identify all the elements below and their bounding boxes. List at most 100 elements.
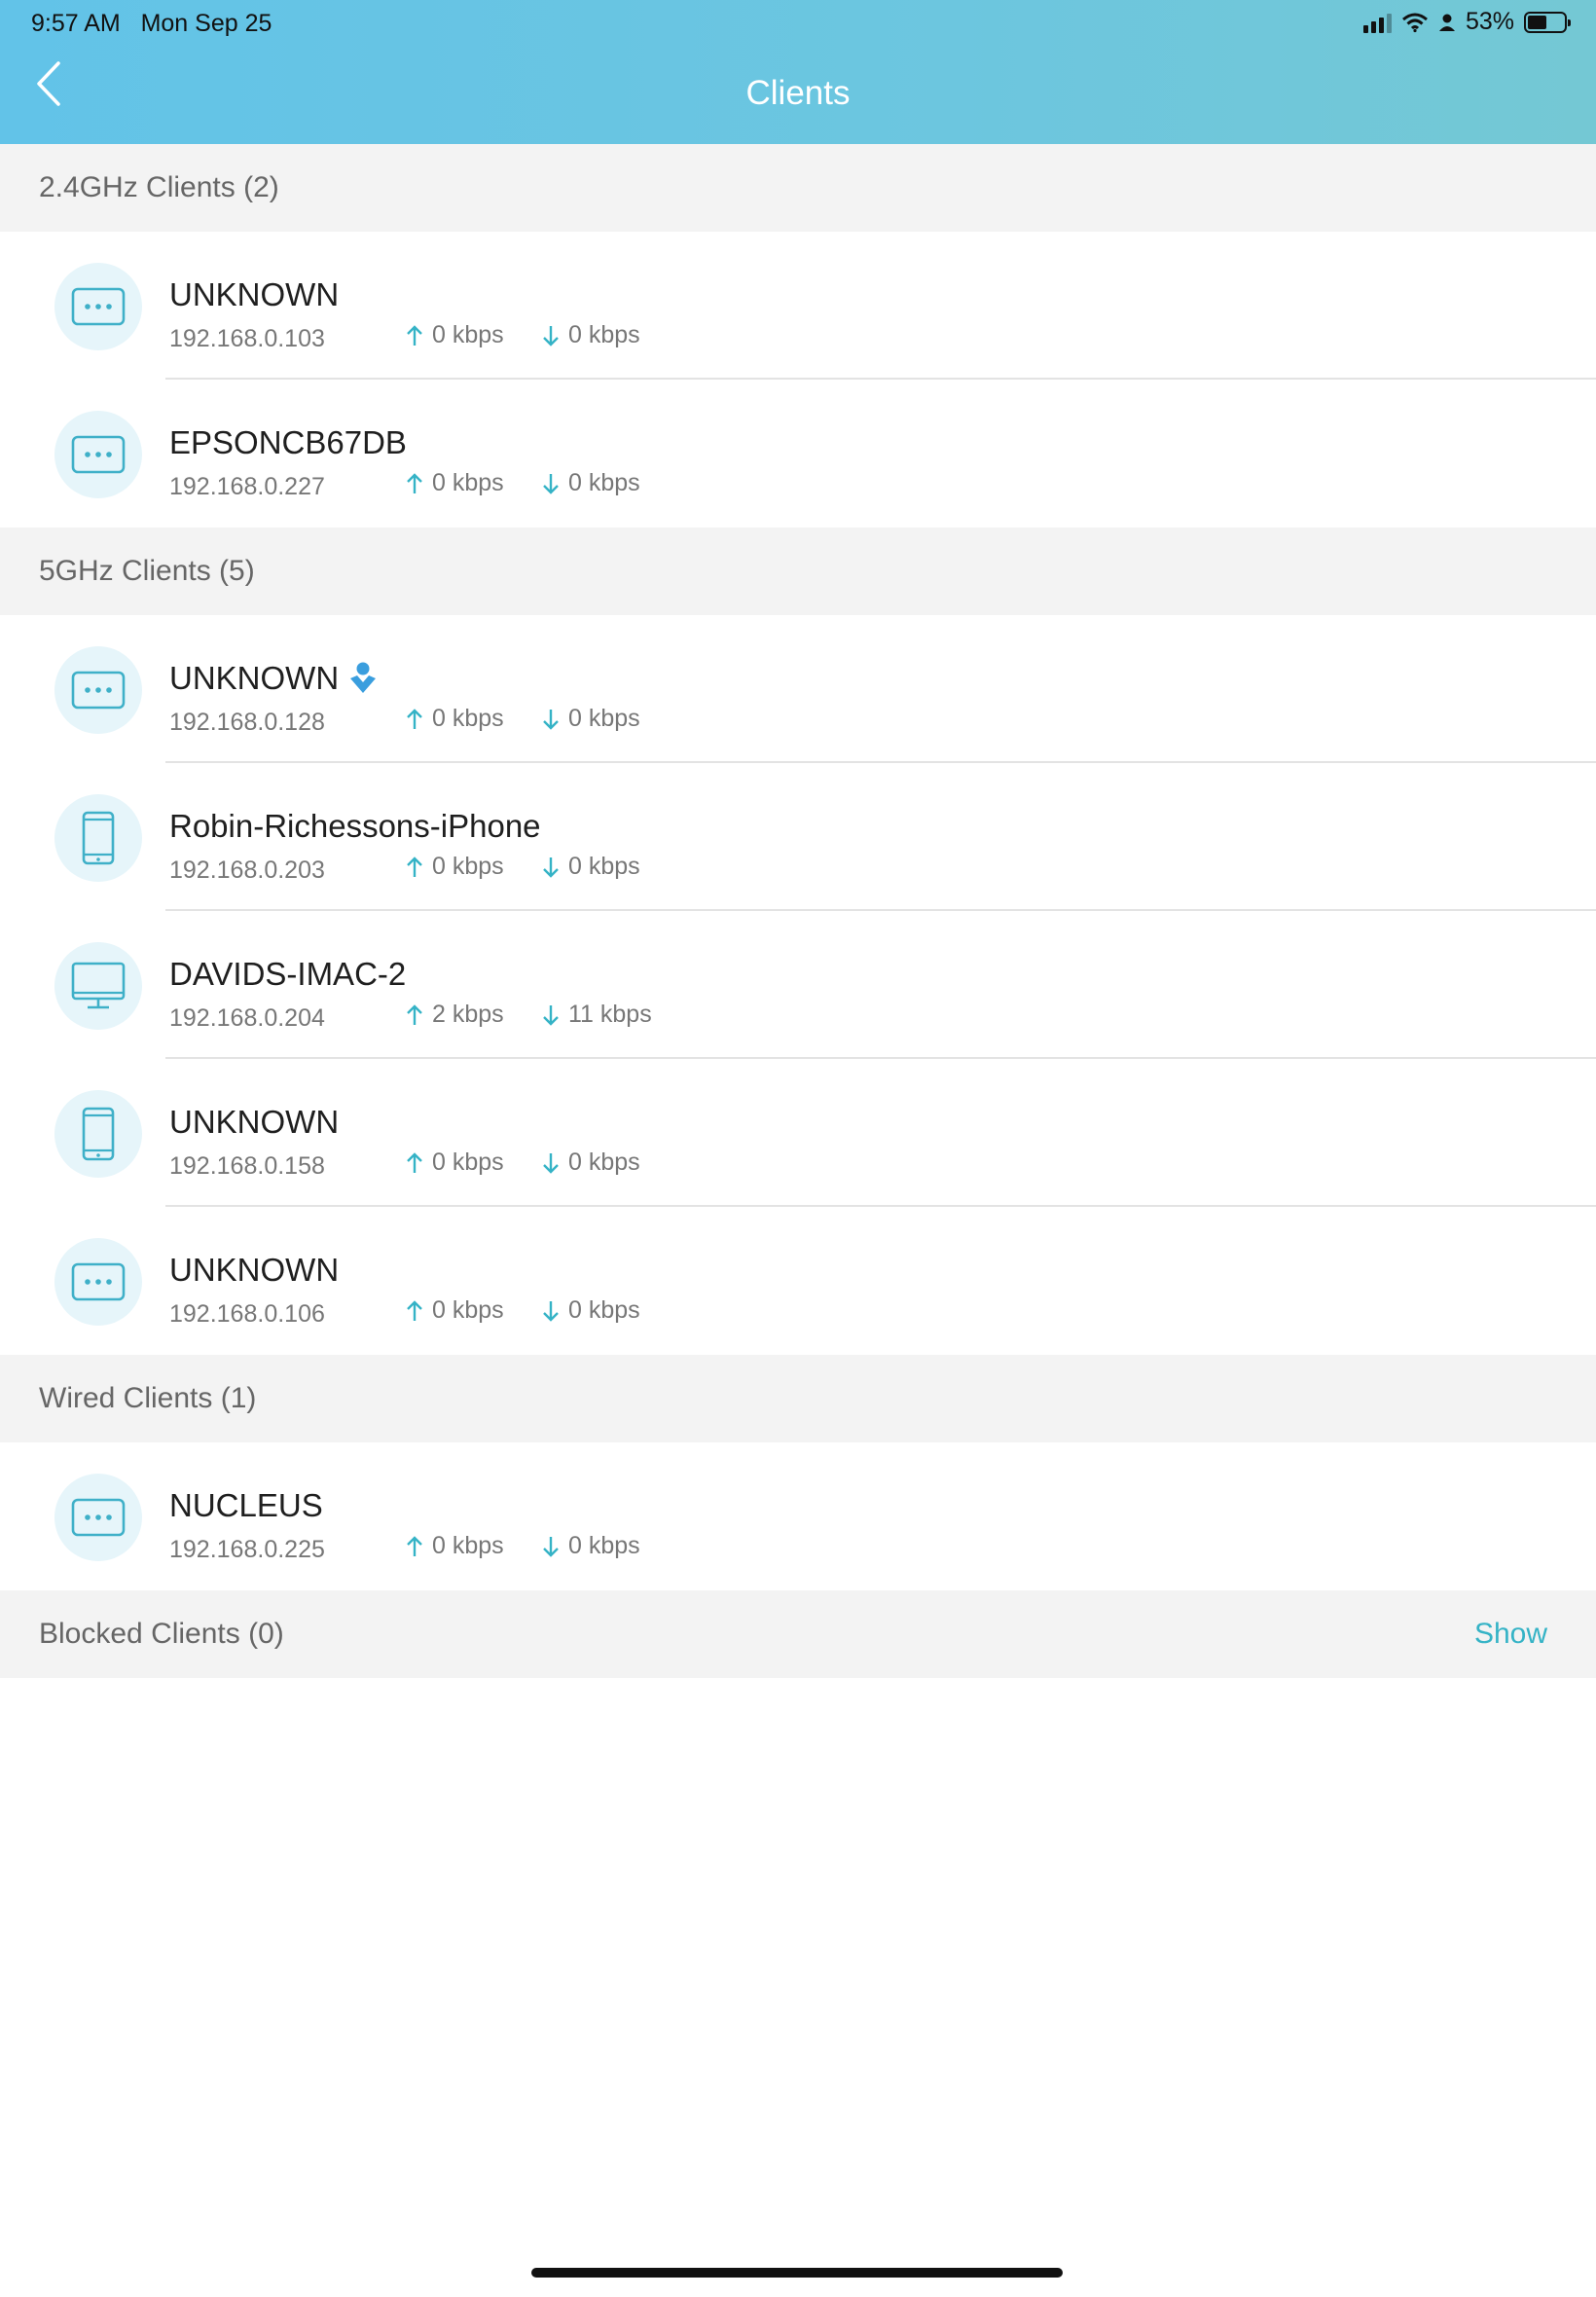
download-speed-value: 0 kbps: [568, 1296, 640, 1324]
device-avatar: [54, 942, 142, 1030]
download-arrow-icon: [541, 472, 561, 495]
client-name: UNKNOWN: [169, 276, 339, 313]
person-icon: [1438, 14, 1455, 31]
upload-speed-value: 0 kbps: [432, 1148, 504, 1176]
download-speed: 0 kbps: [541, 1296, 640, 1325]
download-speed: 0 kbps: [541, 1148, 640, 1177]
client-name: UNKNOWN: [169, 660, 378, 697]
client-name-text: NUCLEUS: [169, 1487, 323, 1523]
client-name: DAVIDS-IMAC-2: [169, 956, 406, 993]
client-name-text: UNKNOWN: [169, 1252, 340, 1288]
download-speed: 11 kbps: [541, 1001, 652, 1029]
section-header-5ghz: 5GHz Clients (5): [0, 528, 1596, 615]
upload-speed: 0 kbps: [405, 1296, 504, 1325]
upload-arrow-icon: [405, 1535, 424, 1558]
download-speed-value: 11 kbps: [568, 1001, 652, 1028]
upload-speed: 0 kbps: [405, 1148, 504, 1177]
cellular-signal-icon: [1362, 12, 1392, 33]
battery-icon: [1524, 11, 1571, 33]
upload-arrow-icon: [405, 1299, 424, 1323]
status-icons: 53%: [1362, 8, 1571, 36]
generic-device-icon: [71, 1262, 126, 1301]
client-row[interactable]: UNKNOWN 192.168.0.106 0 kbps 0 kbps: [0, 1207, 1596, 1355]
download-arrow-icon: [541, 1003, 561, 1027]
download-speed-value: 0 kbps: [568, 1532, 640, 1559]
upload-speed: 0 kbps: [405, 469, 504, 497]
client-ip: 192.168.0.225: [169, 1536, 325, 1563]
page-title: Clients: [745, 74, 851, 112]
device-avatar: [54, 794, 142, 882]
download-arrow-icon: [541, 1535, 561, 1558]
client-ip: 192.168.0.204: [169, 1004, 325, 1032]
upload-speed: 0 kbps: [405, 705, 504, 733]
client-name-text: UNKNOWN: [169, 1104, 340, 1140]
desktop-icon: [71, 962, 126, 1010]
device-avatar: [54, 1474, 142, 1561]
upload-speed: 2 kbps: [405, 1001, 504, 1029]
download-speed: 0 kbps: [541, 321, 640, 349]
download-arrow-icon: [541, 324, 561, 347]
download-speed-value: 0 kbps: [568, 853, 640, 880]
section-title: Blocked Clients (0): [39, 1618, 284, 1650]
upload-speed-value: 0 kbps: [432, 1296, 504, 1324]
client-name-text: UNKNOWN: [169, 660, 340, 696]
download-speed: 0 kbps: [541, 1532, 640, 1560]
client-row[interactable]: EPSONCB67DB 192.168.0.227 0 kbps 0 kbps: [0, 380, 1596, 528]
section-title: 2.4GHz Clients (2): [39, 171, 279, 203]
nav-header: 9:57 AM Mon Sep 25 53% Clients: [0, 0, 1596, 144]
download-speed: 0 kbps: [541, 853, 640, 881]
client-name: Robin-Richessons-iPhone: [169, 808, 541, 845]
phone-icon: [82, 1107, 115, 1161]
family-profile-icon: [350, 662, 377, 693]
client-row[interactable]: Robin-Richessons-iPhone 192.168.0.203 0 …: [0, 763, 1596, 911]
download-speed-value: 0 kbps: [568, 321, 640, 348]
status-time-value: 9:57 AM: [31, 10, 121, 37]
upload-arrow-icon: [405, 324, 424, 347]
client-ip: 192.168.0.227: [169, 473, 325, 500]
upload-speed: 0 kbps: [405, 853, 504, 881]
client-name: EPSONCB67DB: [169, 424, 407, 461]
client-ip: 192.168.0.203: [169, 857, 325, 884]
client-name: UNKNOWN: [169, 1252, 339, 1289]
section-header-2-4ghz: 2.4GHz Clients (2): [0, 144, 1596, 232]
client-name-text: UNKNOWN: [169, 276, 340, 312]
upload-speed-value: 2 kbps: [432, 1001, 504, 1028]
upload-speed: 0 kbps: [405, 1532, 504, 1560]
upload-arrow-icon: [405, 1151, 424, 1175]
generic-device-icon: [71, 671, 126, 710]
device-avatar: [54, 1238, 142, 1326]
download-speed-value: 0 kbps: [568, 1148, 640, 1176]
client-row[interactable]: NUCLEUS 192.168.0.225 0 kbps 0 kbps: [0, 1442, 1596, 1590]
download-speed-value: 0 kbps: [568, 705, 640, 732]
client-row[interactable]: DAVIDS-IMAC-2 192.168.0.204 2 kbps 11 kb…: [0, 911, 1596, 1059]
status-bar: 9:57 AM Mon Sep 25 53%: [0, 0, 1596, 47]
section-header-blocked: Blocked Clients (0) Show: [0, 1590, 1596, 1678]
home-indicator[interactable]: [531, 2268, 1063, 2278]
client-name: NUCLEUS: [169, 1487, 323, 1524]
client-name: UNKNOWN: [169, 1104, 339, 1141]
client-row[interactable]: UNKNOWN 192.168.0.128 0 kbps 0 kbps: [0, 615, 1596, 763]
client-ip: 192.168.0.158: [169, 1152, 325, 1180]
device-avatar: [54, 1090, 142, 1178]
download-speed-value: 0 kbps: [568, 469, 640, 496]
generic-device-icon: [71, 435, 126, 474]
client-name-text: EPSONCB67DB: [169, 424, 407, 460]
client-row[interactable]: UNKNOWN 192.168.0.103 0 kbps 0 kbps: [0, 232, 1596, 380]
upload-arrow-icon: [405, 708, 424, 731]
status-date: Mon Sep 25: [140, 10, 272, 37]
upload-speed-value: 0 kbps: [432, 853, 504, 880]
show-blocked-button[interactable]: Show: [1474, 1618, 1547, 1651]
section-header-wired: Wired Clients (1): [0, 1355, 1596, 1442]
download-arrow-icon: [541, 1299, 561, 1323]
upload-speed: 0 kbps: [405, 321, 504, 349]
download-arrow-icon: [541, 708, 561, 731]
generic-device-icon: [71, 1498, 126, 1537]
client-ip: 192.168.0.106: [169, 1300, 325, 1328]
client-name-text: Robin-Richessons-iPhone: [169, 808, 541, 844]
device-avatar: [54, 411, 142, 498]
upload-speed-value: 0 kbps: [432, 705, 504, 732]
client-row[interactable]: UNKNOWN 192.168.0.158 0 kbps 0 kbps: [0, 1059, 1596, 1207]
download-speed: 0 kbps: [541, 705, 640, 733]
download-arrow-icon: [541, 1151, 561, 1175]
status-time: 9:57 AM Mon Sep 25: [31, 10, 272, 38]
